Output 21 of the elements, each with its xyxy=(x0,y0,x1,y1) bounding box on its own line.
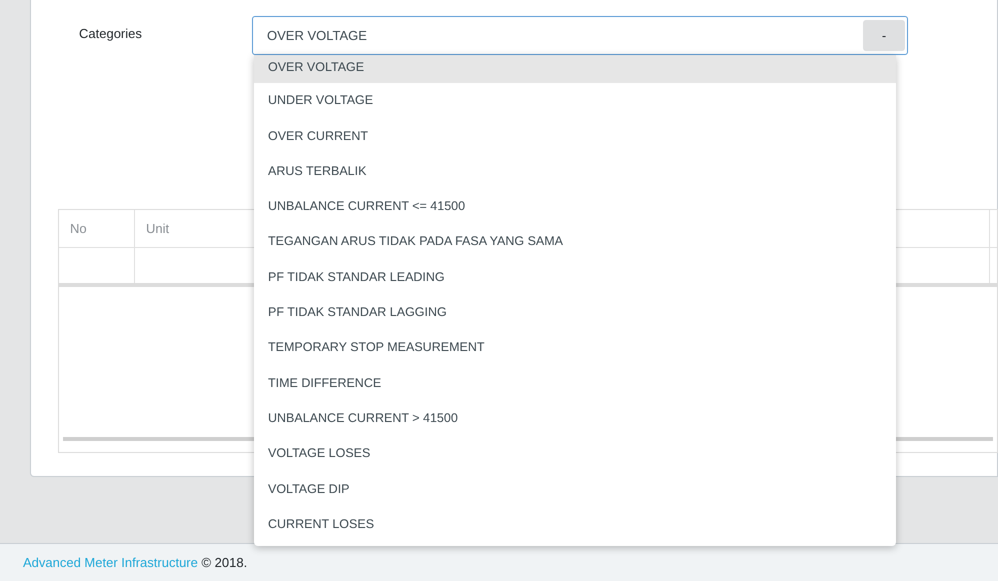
dropdown-option[interactable]: OVER VOLTAGE xyxy=(254,55,896,83)
category-select[interactable]: OVER VOLTAGE - xyxy=(252,16,908,55)
select-value: OVER VOLTAGE xyxy=(267,26,368,45)
dropdown-option[interactable]: TIME DIFFERENCE xyxy=(254,365,896,401)
dropdown-option[interactable]: VOLTAGE LOSES xyxy=(254,436,896,472)
column-header: Unit xyxy=(146,220,170,238)
dropdown-option[interactable]: ARUS TERBALIK xyxy=(254,154,896,189)
toggle-button[interactable]: - xyxy=(863,20,905,51)
dropdown-option[interactable]: PF TIDAK STANDAR LEADING xyxy=(254,259,896,295)
dropdown-option[interactable]: UNBALANCE CURRENT <= 41500 xyxy=(254,188,896,224)
footer-text: Advanced Meter Infrastructure © 2018. xyxy=(23,554,248,572)
dropdown-option[interactable]: VOLTAGE DIP xyxy=(254,471,896,507)
dropdown-option[interactable]: TEMPORARY STOP MEASUREMENT xyxy=(254,330,896,366)
dropdown-option[interactable]: OVER CURRENT xyxy=(254,118,896,154)
field-label: Categories xyxy=(78,25,143,44)
dropdown-option[interactable]: TEGANGAN ARUS TIDAK PADA FASA YANG SAMA xyxy=(254,224,896,260)
column-header: No xyxy=(70,220,87,238)
dropdown-option[interactable]: UNDER VOLTAGE xyxy=(254,83,896,118)
dropdown-option[interactable]: UNBALANCE CURRENT > 41500 xyxy=(254,400,896,436)
dropdown-option[interactable]: CURRENT LOSES xyxy=(254,506,896,542)
dropdown-option[interactable]: PF TIDAK STANDAR LAGGING xyxy=(254,294,896,330)
